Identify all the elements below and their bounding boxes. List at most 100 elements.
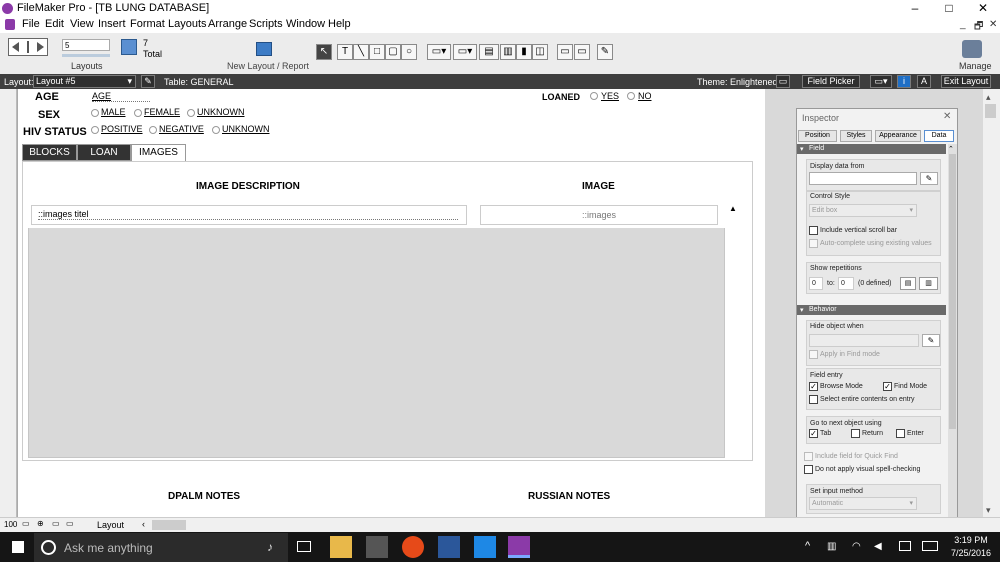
scroll-up-icon[interactable]: ▴ [986,92,991,103]
rep-from-input[interactable]: 0 [809,277,823,290]
line-tool-icon[interactable]: ╲ [353,44,369,60]
rectangle-tool-icon[interactable]: □ [369,44,385,60]
browse-mode-checkbox[interactable]: ✓ [809,382,818,391]
menu-insert[interactable]: Insert [98,18,126,30]
portal-scroll-up-icon[interactable]: ▲ [729,204,737,213]
images-container-field[interactable]: ::images [480,205,718,225]
clock-date[interactable]: 7/25/2016 [950,548,992,558]
hiv-negative-radio[interactable] [149,126,157,134]
control-style-select[interactable]: Edit box ▾ [809,204,917,217]
menu-edit[interactable]: Edit [45,18,64,30]
task-view-icon[interactable] [297,541,311,552]
auto-complete-checkbox[interactable] [809,239,818,248]
enter-key-checkbox[interactable] [896,429,905,438]
close-button[interactable]: ✕ [966,0,1000,16]
rounded-rectangle-tool-icon[interactable]: ▢ [385,44,401,60]
field-picker-button[interactable]: Field Picker [802,75,860,88]
clock-time[interactable]: 3:19 PM [952,535,990,545]
inspector-tab-position[interactable]: Position [798,130,837,142]
info-icon[interactable]: i [897,75,911,88]
field-control-icon[interactable]: ▭ [574,44,590,60]
aa-button[interactable]: A [917,75,931,88]
input-method-select[interactable]: Automatic ▾ [809,497,917,510]
display-data-from-input[interactable] [809,172,917,185]
hscroll-thumb[interactable] [152,520,186,530]
menu-view[interactable]: View [70,18,94,30]
menu-help[interactable]: Help [328,18,351,30]
apply-in-find-checkbox[interactable] [809,350,818,359]
images-portal[interactable] [28,202,725,458]
include-vscroll-checkbox[interactable] [809,226,818,235]
hscroll-left-icon[interactable]: ‹ [142,519,145,529]
vertical-repetition-icon[interactable]: ▤ [900,277,916,290]
no-spellcheck-checkbox[interactable] [804,465,813,474]
edge-icon[interactable] [474,536,496,558]
manage-button[interactable]: Manage [959,61,992,71]
portal-scrollbar[interactable] [727,203,739,458]
wifi-icon[interactable]: ◠ [852,541,861,552]
menu-arrange[interactable]: Arrange [208,18,247,30]
document-icon[interactable] [5,19,15,30]
new-layout-icon[interactable] [256,42,272,56]
sex-unknown-radio[interactable] [187,109,195,117]
tab-blocks[interactable]: BLOCKS [22,144,77,161]
chart-tool-icon[interactable]: ▮ [516,44,532,60]
pointer-tool-icon[interactable]: ↖ [316,44,332,60]
inspector-tab-styles[interactable]: Styles [840,130,872,142]
hide-object-input[interactable] [809,334,919,347]
inspector-scroll-thumb[interactable] [949,154,956,429]
mdi-minimize-button[interactable]: _ [960,19,966,30]
volume-icon[interactable]: ◀ [874,541,882,552]
rep-to-input[interactable]: 0 [838,277,854,290]
hiv-unknown-radio[interactable] [212,126,220,134]
zoom-level[interactable]: 100 [4,520,17,529]
menu-scripts[interactable]: Scripts [249,18,283,30]
store-icon[interactable] [366,536,388,558]
inspector-scroll-up-icon[interactable]: ⌃ [948,145,954,153]
show-hidden-icons-icon[interactable]: ^ [805,540,810,552]
tab-control-tool-icon[interactable]: ▥ [500,44,516,60]
network-icon[interactable]: ▥ [827,541,836,552]
vertical-scrollbar[interactable] [983,89,1000,517]
sex-female-radio[interactable] [134,109,142,117]
field-tool-icon[interactable]: ▭▾ [427,44,451,60]
toggle-formatting-icon[interactable]: ▭ [66,519,74,528]
manage-gear-icon[interactable] [962,40,982,58]
portal-tool-icon[interactable]: ▤ [479,44,499,60]
menu-window[interactable]: Window [286,18,325,30]
behavior-section-header[interactable]: Behavior [797,305,946,315]
layouts-label[interactable]: Layouts [71,61,103,71]
horizontal-repetition-icon[interactable]: ▥ [919,277,938,290]
action-center-icon[interactable] [899,541,911,551]
scroll-thumb[interactable] [985,104,996,118]
loaned-yes-radio[interactable] [590,92,598,100]
menu-file[interactable]: File [22,18,40,30]
tab-loan[interactable]: LOAN [77,144,131,161]
tab-images[interactable]: IMAGES [131,144,186,161]
minimize-button[interactable]: – [898,0,932,16]
current-record-input[interactable] [62,39,110,51]
inspector-tab-appearance[interactable]: Appearance [875,130,921,142]
toggle-toolbar-icon[interactable]: ▭ [52,519,60,528]
age-field[interactable]: AGE [92,90,150,102]
menu-format[interactable]: Format [130,18,165,30]
previous-record-icon[interactable] [12,42,19,52]
inspector-tab-data[interactable]: Data [924,130,954,142]
format-painter-icon[interactable]: ▭ [557,44,573,60]
word-icon[interactable] [438,536,460,558]
paint-bucket-icon[interactable]: ✎ [597,44,613,60]
web-viewer-tool-icon[interactable]: ◫ [532,44,548,60]
file-explorer-icon[interactable] [330,536,352,558]
hiv-positive-radio[interactable] [91,126,99,134]
scroll-down-icon[interactable]: ▾ [986,505,991,516]
exit-layout-button[interactable]: Exit Layout [941,75,991,88]
sex-male-radio[interactable] [91,109,99,117]
filemaker-taskbar-icon[interactable] [508,536,530,558]
zoom-out-icon[interactable]: ▭ [22,519,30,528]
microphone-icon[interactable]: ♪ [267,540,273,554]
view-dropdown-icon[interactable]: ▭▾ [870,75,892,88]
return-key-checkbox[interactable] [851,429,860,438]
layout-dropdown[interactable]: Layout #5 ▾ [33,75,136,88]
inspector-close-icon[interactable]: ✕ [943,111,951,122]
edit-layout-icon[interactable]: ✎ [141,75,155,88]
